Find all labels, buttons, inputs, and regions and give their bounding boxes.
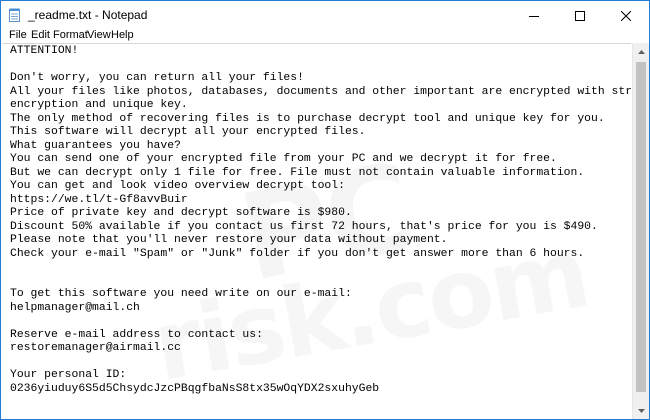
document-line: https://we.tl/t-Gf8avvBuir: [10, 193, 188, 206]
document-line: Your personal ID:: [10, 369, 127, 381]
document-line: You can send one of your encrypted file …: [10, 153, 557, 165]
document-text[interactable]: ATTENTION! Don't worry, you can return a…: [10, 45, 631, 396]
notepad-window: _readme.txt - Notepad File Edit Format V…: [0, 0, 650, 420]
menu-file[interactable]: File: [9, 29, 27, 41]
title-bar[interactable]: _readme.txt - Notepad: [1, 1, 649, 30]
minimize-icon: [529, 15, 539, 17]
scroll-down-button[interactable]: [633, 402, 649, 419]
menu-format[interactable]: Format: [53, 29, 88, 41]
close-icon: [621, 10, 631, 21]
document-line: What guarantees you have?: [10, 139, 181, 152]
document-line: This software will decrypt all your encr…: [10, 126, 366, 138]
notepad-icon: [9, 8, 20, 22]
text-editor-area[interactable]: PC risk.com ATTENTION! Don't worry, you …: [2, 43, 631, 419]
document-line: You can get and look video overview decr…: [10, 180, 345, 192]
document-line: Reserve e-mail address to contact us:: [10, 328, 263, 341]
document-line: Discount 50% available if you contact us…: [10, 220, 598, 233]
document-line: Don't worry, you can return all your fil…: [10, 72, 304, 84]
menu-view[interactable]: View: [87, 29, 111, 41]
document-line: 0236yiuduy6S5d5ChsydcJzcPBqgfbaNsS8tx35w…: [10, 382, 380, 395]
scroll-thumb[interactable]: [636, 62, 646, 392]
document-line: Please note that you'll never restore yo…: [10, 234, 448, 246]
document-line: encryption and unique key.: [10, 99, 188, 111]
document-line: restoremanager@airmail.cc: [10, 342, 181, 354]
close-button[interactable]: [603, 1, 649, 30]
document-line: Check your e-mail "Spam" or "Junk" folde…: [10, 247, 585, 260]
document-line: But we can decrypt only 1 file for free.…: [10, 166, 585, 179]
document-line: The only method of recovering files is t…: [10, 112, 605, 125]
vertical-scrollbar[interactable]: [632, 43, 649, 419]
maximize-icon: [575, 10, 585, 21]
document-line: Price of private key and decrypt softwar…: [10, 207, 352, 219]
document-line: ATTENTION!: [10, 45, 79, 57]
window-title: _readme.txt - Notepad: [28, 8, 148, 22]
chevron-up-icon: [638, 49, 645, 54]
document-line: To get this software you need write on o…: [10, 288, 352, 300]
chevron-down-icon: [638, 408, 645, 413]
minimize-button[interactable]: [511, 1, 557, 30]
document-line: All your files like photos, databases, d…: [10, 85, 631, 98]
maximize-button[interactable]: [557, 1, 603, 30]
menu-help[interactable]: Help: [111, 29, 134, 41]
menu-edit[interactable]: Edit: [31, 29, 50, 41]
menu-bar: File Edit Format View Help: [1, 28, 649, 44]
document-line: helpmanager@mail.ch: [10, 301, 140, 314]
scroll-up-button[interactable]: [633, 43, 649, 60]
